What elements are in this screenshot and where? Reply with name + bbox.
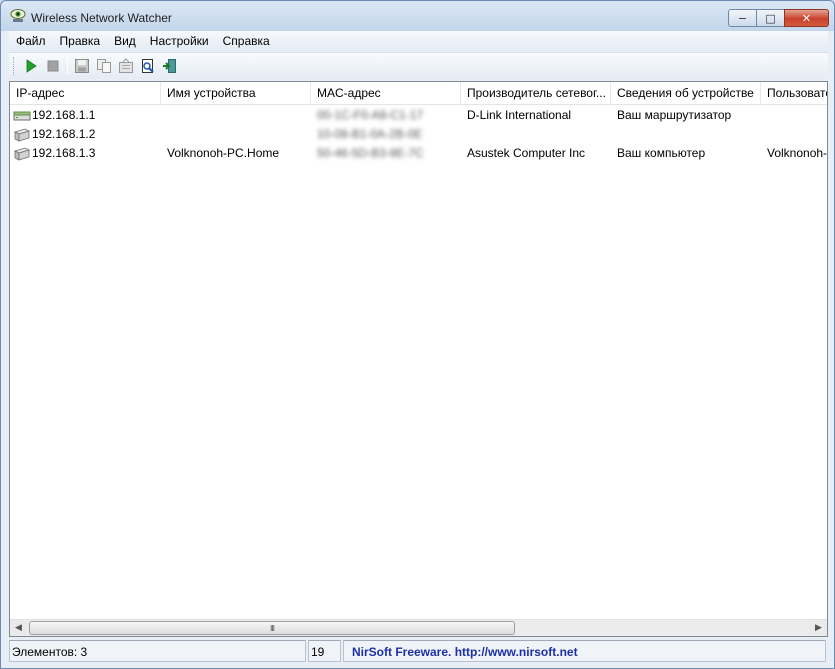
row-mac: 10-08-B1-0A-2B-0E xyxy=(317,127,423,141)
row-user xyxy=(761,106,827,125)
menu-bar: Файл Правка Вид Настройки Справка xyxy=(9,31,828,51)
horizontal-scrollbar[interactable]: ◀ III ▶ xyxy=(10,619,827,636)
row-ip: 192.168.1.3 xyxy=(32,146,96,160)
row-ip: 192.168.1.1 xyxy=(32,108,96,122)
exit-icon xyxy=(163,59,176,73)
save-icon xyxy=(75,59,89,73)
row-mac: 50-46-5D-B3-8E-7C xyxy=(317,146,424,160)
row-vendor: D-Link International xyxy=(467,108,572,122)
table-row[interactable]: 192.168.1.2 10-08-B1-0A-2B-0E xyxy=(10,125,827,144)
toolbar-separator xyxy=(67,57,68,75)
properties-button[interactable] xyxy=(115,55,137,77)
table-row[interactable]: 192.168.1.1 00-1C-F0-A8-C1-17 D-Link Int… xyxy=(10,106,827,125)
row-device-info: Ваш компьютер xyxy=(617,146,706,160)
scroll-thumb[interactable]: III xyxy=(29,621,515,635)
computer-icon xyxy=(13,128,31,142)
menu-options[interactable]: Настройки xyxy=(143,31,216,51)
row-device-name: Volknonoh-PC.Home xyxy=(167,146,280,160)
scroll-track[interactable]: III xyxy=(27,620,810,636)
status-item-count: Элементов: 3 xyxy=(9,640,306,662)
toolbar-grip[interactable] xyxy=(13,57,16,75)
eye-network-icon xyxy=(10,9,26,22)
copy-icon xyxy=(97,59,111,73)
table-row[interactable]: 192.168.1.3 Volknonoh-PC.Home 50-46-5D-B… xyxy=(10,144,828,163)
caption-buttons: − □ ✕ xyxy=(728,9,829,27)
title-bar[interactable]: Wireless Network Watcher − □ ✕ xyxy=(1,1,834,31)
html-report-button[interactable] xyxy=(137,55,159,77)
list-rows: 192.168.1.1 00-1C-F0-A8-C1-17 D-Link Int… xyxy=(10,106,828,163)
row-ip: 192.168.1.2 xyxy=(32,127,96,141)
window-title: Wireless Network Watcher xyxy=(31,11,172,25)
row-user xyxy=(761,125,827,144)
save-button[interactable] xyxy=(71,55,93,77)
row-device-name xyxy=(161,125,311,144)
stop-icon xyxy=(47,60,59,72)
menu-help[interactable]: Справка xyxy=(216,31,277,51)
minimize-button[interactable]: − xyxy=(728,9,757,27)
row-device-name xyxy=(161,106,311,125)
column-ip[interactable]: IP-адрес xyxy=(10,82,161,105)
column-mac[interactable]: MAC-адрес xyxy=(311,82,461,105)
status-bar: Элементов: 3 19 NirSoft Freeware. http:/… xyxy=(9,640,828,662)
scroll-right-button[interactable]: ▶ xyxy=(810,620,827,636)
maximize-button[interactable]: □ xyxy=(756,9,785,27)
list-header: IP-адрес Имя устройства MAC-адрес Произв… xyxy=(10,82,827,105)
menu-view[interactable]: Вид xyxy=(107,31,143,51)
row-device-info: Ваш маршрутизатор xyxy=(617,108,732,122)
nirsoft-link[interactable]: NirSoft Freeware. http://www.nirsoft.net xyxy=(343,640,826,662)
exit-button[interactable] xyxy=(159,55,181,77)
row-vendor xyxy=(461,125,611,144)
row-mac: 00-1C-F0-A8-C1-17 xyxy=(317,108,424,122)
scroll-left-button[interactable]: ◀ xyxy=(10,620,27,636)
toolbar xyxy=(9,52,828,79)
play-icon xyxy=(26,59,37,73)
row-user: Volknonoh- xyxy=(767,146,828,160)
router-icon xyxy=(13,111,31,120)
html-report-icon xyxy=(142,59,154,73)
menu-file[interactable]: Файл xyxy=(9,31,53,51)
menu-edit[interactable]: Правка xyxy=(53,31,108,51)
properties-icon xyxy=(119,58,133,73)
status-counter: 19 xyxy=(308,640,341,662)
start-scan-button[interactable] xyxy=(20,55,42,77)
copy-button[interactable] xyxy=(93,55,115,77)
computer-icon xyxy=(13,147,31,161)
app-window: Wireless Network Watcher − □ ✕ Файл Прав… xyxy=(0,0,835,669)
close-button[interactable]: ✕ xyxy=(784,9,829,27)
stop-scan-button[interactable] xyxy=(42,55,64,77)
row-device-info xyxy=(611,125,761,144)
column-device-name[interactable]: Имя устройства xyxy=(161,82,311,105)
column-user[interactable]: Пользовате xyxy=(761,82,827,105)
row-vendor: Asustek Computer Inc xyxy=(467,146,586,160)
column-device-info[interactable]: Сведения об устройстве xyxy=(611,82,761,105)
device-list[interactable]: IP-адрес Имя устройства MAC-адрес Произв… xyxy=(9,81,828,637)
column-vendor[interactable]: Производитель сетевог... xyxy=(461,82,611,105)
